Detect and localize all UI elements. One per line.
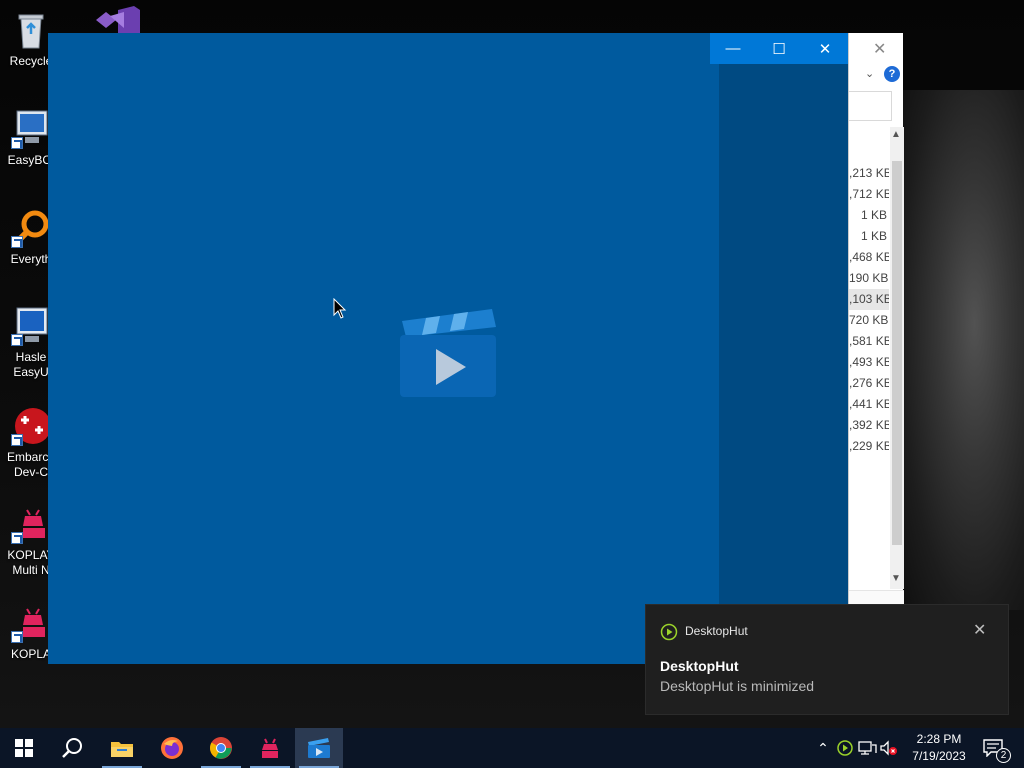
toast-close-button[interactable]: ✕	[973, 620, 986, 640]
file-size-cell-selected[interactable]: ,103 KB	[849, 289, 889, 310]
koplayer-icon	[262, 738, 278, 758]
firefox-icon	[161, 737, 183, 759]
chrome-icon	[210, 737, 232, 759]
close-button[interactable]: ✕	[802, 33, 848, 64]
show-hidden-icons-chevron-icon[interactable]: ⌃	[812, 740, 834, 757]
visual-studio-icon[interactable]	[94, 6, 142, 36]
toast-app-name: DesktopHut	[685, 624, 748, 638]
easyuefi-icon	[11, 306, 51, 346]
file-size-cell[interactable]: 720 KB	[849, 310, 889, 331]
notification-count-badge: 2	[996, 748, 1011, 763]
minimize-button[interactable]: —	[710, 33, 756, 64]
toast-title: DesktopHut	[660, 658, 739, 674]
koplayer-icon	[11, 603, 51, 643]
file-size-cell[interactable]: ,229 KB	[849, 436, 889, 457]
file-size-cell[interactable]: ,276 KB	[849, 373, 889, 394]
taskbar-koplayer[interactable]	[246, 728, 294, 768]
windows-logo-icon	[15, 739, 33, 757]
desktophut-tray-icon[interactable]	[834, 739, 856, 757]
file-explorer-icon	[111, 742, 133, 757]
file-size-cell[interactable]: 1 KB	[849, 226, 889, 247]
wallpaper-detail	[900, 90, 1024, 610]
network-icon[interactable]	[856, 739, 878, 757]
shortcut-arrow-icon	[11, 631, 23, 643]
shortcut-arrow-icon	[11, 236, 23, 248]
search-button[interactable]	[48, 728, 96, 768]
shortcut-arrow-icon	[11, 434, 23, 446]
taskbar-clock[interactable]: 2:28 PM 7/19/2023	[902, 731, 976, 765]
taskbar-desktophut[interactable]	[295, 728, 343, 768]
file-size-cell[interactable]: ,468 KB	[849, 247, 889, 268]
file-size-cell[interactable]: ,392 KB	[849, 415, 889, 436]
desktophut-icon	[308, 738, 330, 758]
close-icon[interactable]: ✕	[873, 39, 886, 59]
taskbar-file-explorer[interactable]	[98, 728, 146, 768]
help-icon[interactable]: ?	[884, 66, 900, 82]
file-size-cell[interactable]: ,712 KB	[849, 184, 889, 205]
notification-toast[interactable]: DesktopHut ✕ DesktopHut DesktopHut is mi…	[645, 604, 1009, 715]
window-title-bar[interactable]: — ☐ ✕	[710, 33, 848, 64]
toast-body: DesktopHut is minimized	[660, 678, 815, 694]
start-button[interactable]	[0, 728, 48, 768]
system-tray: ⌃	[812, 728, 900, 768]
file-size-cell[interactable]: 190 KB	[849, 268, 889, 289]
search-input[interactable]	[849, 91, 892, 121]
scroll-down-icon[interactable]: ▼	[891, 573, 901, 584]
clock-time: 2:28 PM	[916, 732, 962, 746]
scroll-up-icon[interactable]: ▲	[891, 129, 901, 140]
taskbar-chrome[interactable]	[197, 728, 245, 768]
maximize-button[interactable]: ☐	[756, 33, 802, 64]
file-size-cell[interactable]: ,493 KB	[849, 352, 889, 373]
file-size-column: ,213 KB ,712 KB 1 KB 1 KB ,468 KB 190 KB…	[849, 163, 889, 457]
chevron-down-icon[interactable]: ⌄	[865, 67, 874, 80]
devcpp-icon	[11, 406, 51, 446]
file-size-cell[interactable]: ,441 KB	[849, 394, 889, 415]
explorer-status-area	[849, 590, 904, 604]
taskbar-firefox[interactable]	[148, 728, 196, 768]
video-clapper-play-icon	[400, 309, 496, 397]
taskbar: ⌃ 2:28 PM 7/19/2023 2	[0, 728, 1024, 768]
player-side-panel	[719, 33, 848, 664]
video-player-window[interactable]: — ☐ ✕	[48, 33, 848, 664]
clock-date: 7/19/2023	[912, 749, 966, 763]
shortcut-arrow-icon	[11, 334, 23, 346]
search-icon	[62, 738, 82, 758]
shortcut-arrow-icon	[11, 137, 23, 149]
action-center-button[interactable]: 2	[979, 728, 1019, 768]
everything-search-icon	[11, 208, 51, 248]
volume-muted-icon[interactable]	[878, 739, 900, 757]
koplayer-icon	[11, 504, 51, 544]
desktophut-app-icon	[660, 623, 678, 641]
shortcut-arrow-icon	[11, 532, 23, 544]
vertical-scrollbar[interactable]: ▲ ▼	[890, 127, 904, 589]
recycle-bin-icon	[18, 14, 44, 49]
mouse-cursor-icon	[333, 298, 347, 319]
easybcd-icon	[11, 109, 51, 149]
file-size-cell[interactable]: ,581 KB	[849, 331, 889, 352]
file-size-cell[interactable]: ,213 KB	[849, 163, 889, 184]
scrollbar-thumb[interactable]	[892, 161, 902, 545]
file-size-cell[interactable]: 1 KB	[849, 205, 889, 226]
file-explorer-window[interactable]: ✕ ⌄ ? ,213 KB ,712 KB 1 KB 1 KB ,468 KB …	[848, 33, 904, 633]
